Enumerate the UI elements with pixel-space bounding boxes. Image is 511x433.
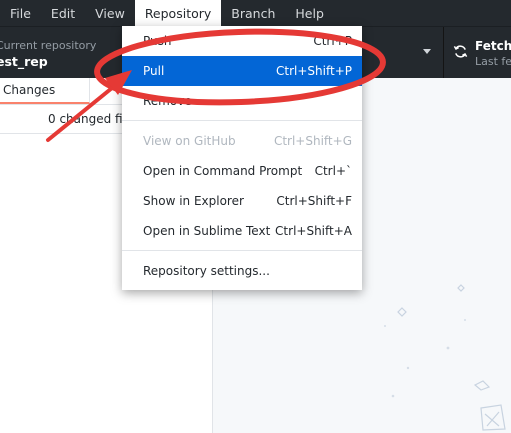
menu-item-open-command-prompt[interactable]: Open in Command Prompt Ctrl+` [122,156,362,186]
menu-item-repository-settings[interactable]: Repository settings... [122,256,362,286]
menu-item-view-on-github: View on GitHub Ctrl+Shift+G [122,126,362,156]
menu-repository[interactable]: Repository [134,0,222,26]
menu-item-label: Pull [143,64,165,78]
menu-item-label: Open in Command Prompt [143,164,303,178]
menu-item-label: View on GitHub [143,134,236,148]
menu-edit[interactable]: Edit [41,0,85,26]
menu-item-shortcut: Ctrl+Shift+F [276,194,352,208]
repository-name: est_rep [0,54,48,69]
menu-item-remove[interactable]: Remove [122,86,362,116]
menu-item-shortcut: Ctrl+` [314,164,352,178]
menu-item-shortcut: Ctrl+Shift+A [275,224,352,238]
sync-icon [453,45,468,58]
menu-item-label: Repository settings... [143,264,270,278]
menu-item-open-in-sublime[interactable]: Open in Sublime Text Ctrl+Shift+A [122,216,362,246]
menu-file[interactable]: File [0,0,41,26]
menu-separator [122,250,362,251]
fetch-title: Fetch o [475,39,511,53]
menu-bar: File Edit View Repository Branch Help [0,0,511,26]
menu-item-label: Show in Explorer [143,194,244,208]
menu-item-label: Push [143,34,172,48]
menu-item-pull[interactable]: Pull Ctrl+Shift+P [122,56,362,86]
menu-item-label: Remove [143,94,192,108]
current-repository-button[interactable]: Current repository est_rep [0,27,122,79]
fetch-subtitle: Last fet [475,55,511,68]
menu-item-shortcut: Ctrl+Shift+G [273,134,352,148]
repository-menu: Push Ctrl+P Pull Ctrl+Shift+P Remove Vie… [122,26,362,290]
menu-item-shortcut: Ctrl+Shift+P [276,64,352,78]
menu-view[interactable]: View [85,0,135,26]
menu-separator [122,120,362,121]
chevron-down-icon[interactable] [420,44,434,58]
tab-changes[interactable]: Changes [0,78,90,104]
menu-help[interactable]: Help [285,0,334,26]
menu-item-show-in-explorer[interactable]: Show in Explorer Ctrl+Shift+F [122,186,362,216]
menu-item-shortcut: Ctrl+P [313,34,352,48]
fetch-origin-button[interactable]: Fetch o Last fet [443,27,511,79]
menu-item-push[interactable]: Push Ctrl+P [122,26,362,56]
menu-branch[interactable]: Branch [221,0,285,26]
repository-caption: Current repository [0,39,97,52]
menu-item-label: Open in Sublime Text [143,224,271,238]
